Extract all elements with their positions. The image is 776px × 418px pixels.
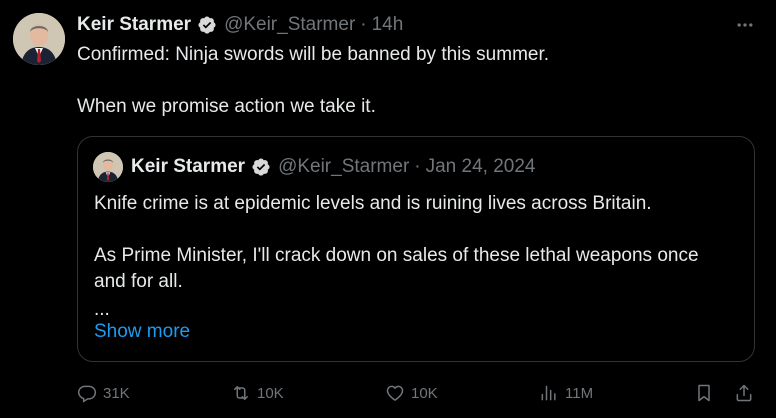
quoted-text-line: As Prime Minister, I'll crack down on sa… xyxy=(94,245,699,266)
tweet-timestamp[interactable]: 14h xyxy=(372,14,404,36)
like-button[interactable]: 10K xyxy=(385,378,438,408)
repost-icon xyxy=(234,386,248,400)
quoted-author-name: Keir Starmer xyxy=(131,156,246,177)
quoted-tweet-header: Keir Starmer @Keir_Starmer · Jan 24, 202… xyxy=(131,155,535,179)
header-separator: · xyxy=(360,14,367,35)
more-dots-icon[interactable] xyxy=(734,14,756,36)
tweet-text-line: When we promise action we take it. xyxy=(77,96,376,117)
reply-count: 31K xyxy=(103,384,130,402)
reply-icon xyxy=(77,385,97,403)
header-separator: · xyxy=(414,156,421,177)
bookmark-button[interactable] xyxy=(694,378,714,408)
author-name[interactable]: Keir Starmer xyxy=(77,14,191,36)
verified-badge-icon[interactable] xyxy=(197,15,217,35)
share-button[interactable] xyxy=(734,378,754,408)
bookmark-icon xyxy=(698,384,710,402)
quoted-author-handle: @Keir_Starmer xyxy=(278,156,410,177)
verified-badge-icon xyxy=(251,157,271,177)
heart-icon xyxy=(386,385,404,401)
views-button[interactable]: 11M xyxy=(539,378,593,408)
quoted-text-ellipsis: ... xyxy=(94,299,110,320)
views-chart-icon xyxy=(541,385,556,401)
quoted-tweet-card[interactable]: Keir Starmer @Keir_Starmer · Jan 24, 202… xyxy=(77,136,755,362)
show-more-link[interactable]: Show more xyxy=(94,321,190,343)
share-icon xyxy=(736,384,752,402)
tweet-header: Keir Starmer @Keir_Starmer · 14h xyxy=(77,13,403,37)
author-handle[interactable]: @Keir_Starmer xyxy=(224,14,355,36)
quoted-author-avatar xyxy=(93,152,123,182)
author-avatar[interactable] xyxy=(13,13,65,65)
tweet-actions-bar: 31K 10K 10K 11M xyxy=(77,378,757,408)
like-count: 10K xyxy=(411,384,438,402)
repost-count: 10K xyxy=(257,384,284,402)
quoted-text-line: and for all. xyxy=(94,271,183,292)
quoted-text-line: Knife crime is at epidemic levels and is… xyxy=(94,193,652,214)
quoted-tweet-date: Jan 24, 2024 xyxy=(425,156,536,177)
views-count: 11M xyxy=(565,384,594,402)
tweet-text-line: Confirmed: Ninja swords will be banned b… xyxy=(77,44,550,65)
reply-button[interactable]: 31K xyxy=(77,378,130,408)
tweet[interactable]: Keir Starmer @Keir_Starmer · 14h Confirm… xyxy=(0,0,776,418)
repost-button[interactable]: 10K xyxy=(231,378,284,408)
